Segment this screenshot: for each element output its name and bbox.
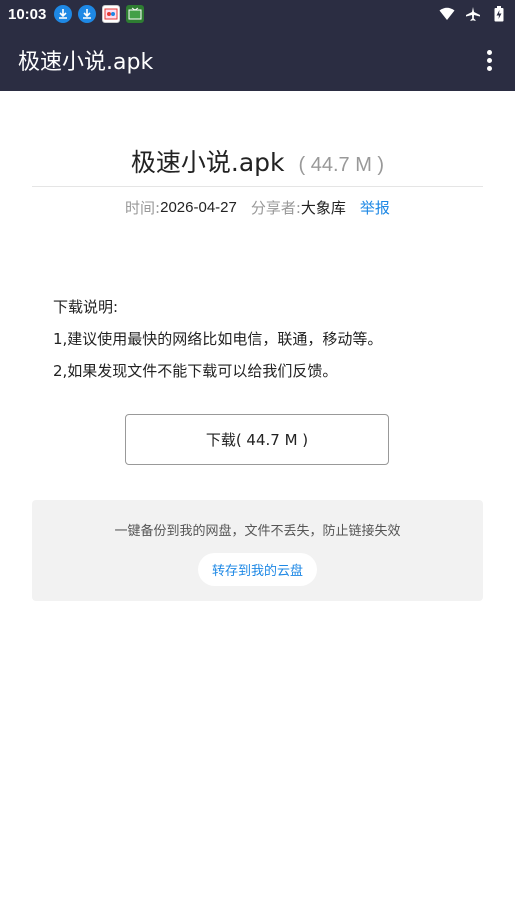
file-name: 极速小说.apk — [130, 148, 285, 177]
status-time: 10:03 — [8, 5, 47, 23]
app-title: 极速小说.apk — [18, 49, 154, 75]
wifi-icon — [439, 6, 455, 22]
notification-icons — [54, 5, 145, 23]
menu-dot — [486, 49, 492, 55]
file-meta: 时间: 2026-04-27 分享者: 大象库 举报 — [0, 197, 515, 218]
menu-dot — [486, 57, 492, 63]
app-notification-icon — [102, 5, 121, 23]
menu-dot — [486, 65, 492, 71]
instructions-heading: 下载说明: — [53, 298, 119, 316]
sharer-label: 分享者: — [250, 199, 301, 217]
instruction-line: 2,如果发现文件不能下载可以给我们反馈。 — [53, 362, 338, 380]
file-header: 极速小说.apk ( 44.7 M ) — [32, 143, 483, 187]
instruction-line: 1,建议使用最快的网络比如电信，联通，移动等。 — [53, 330, 383, 348]
system-icons — [439, 6, 507, 22]
time-label: 时间: — [125, 199, 161, 217]
download-instructions: 下载说明: 1,建议使用最快的网络比如电信，联通，移动等。 2,如果发现文件不能… — [53, 291, 473, 387]
download-button[interactable]: 下载( 44.7 M ) — [125, 414, 389, 465]
overflow-menu-button[interactable] — [477, 48, 501, 72]
status-bar: 10:03 — [0, 0, 515, 28]
report-link[interactable]: 举报 — [360, 197, 390, 218]
time-value: 2026-04-27 — [160, 199, 237, 216]
save-description: 一键备份到我的网盘，文件不丢失，防止链接失效 — [114, 524, 401, 539]
airplane-mode-icon — [465, 6, 481, 22]
battery-charging-icon — [491, 6, 507, 22]
file-size: ( 44.7 M ) — [298, 154, 385, 176]
download-icon — [78, 5, 97, 23]
sharer-value: 大象库 — [300, 200, 346, 217]
tv-app-icon — [126, 5, 145, 23]
app-bar: 极速小说.apk — [0, 28, 515, 91]
download-icon — [54, 5, 73, 23]
save-to-cloud-panel: 一键备份到我的网盘，文件不丢失，防止链接失效 转存到我的云盘 — [32, 500, 483, 601]
save-to-cloud-button[interactable]: 转存到我的云盘 — [198, 553, 317, 586]
